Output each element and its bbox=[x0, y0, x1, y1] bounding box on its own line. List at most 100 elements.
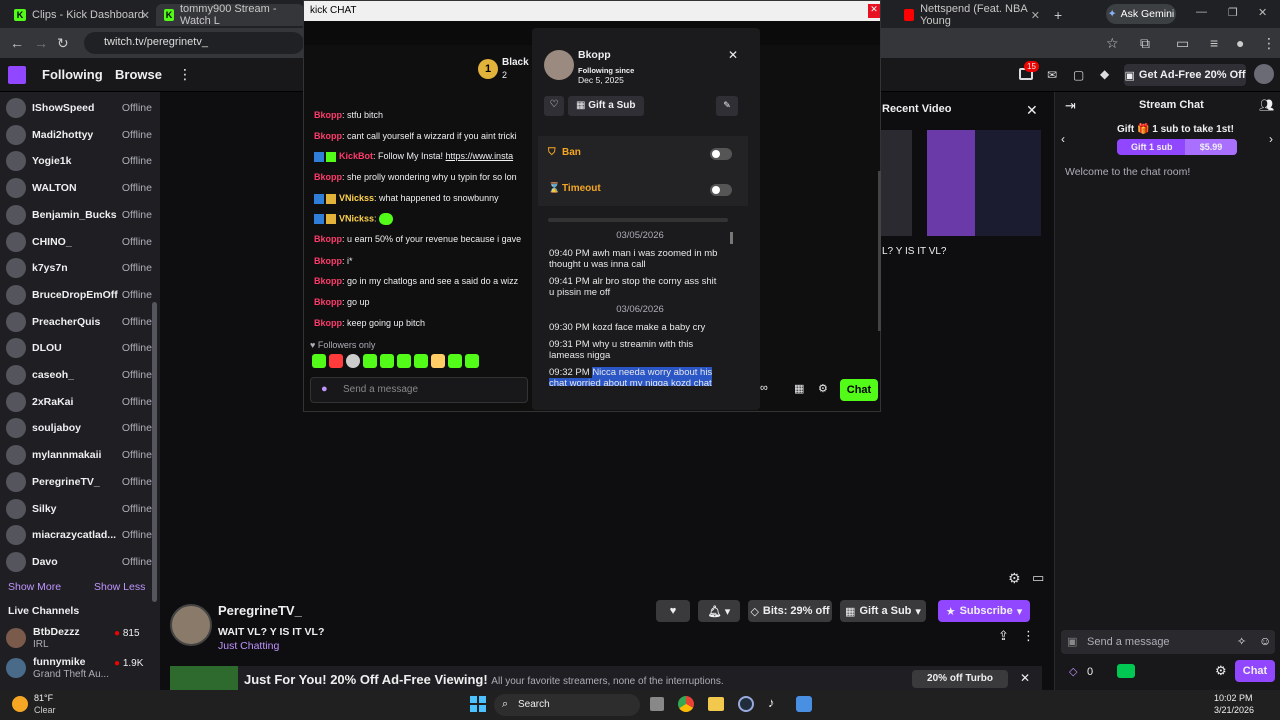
sidebar-channel-item[interactable]: PeregrineTV_ Offline bbox=[6, 470, 152, 494]
sidebar-scrollbar[interactable] bbox=[152, 302, 157, 602]
ban-toggle[interactable] bbox=[710, 148, 732, 160]
gift-a-sub-button[interactable]: ▦ Gift a Sub bbox=[568, 96, 644, 116]
popup-scrollbar[interactable] bbox=[878, 171, 881, 331]
collapse-chat-icon[interactable]: ⇥ bbox=[1065, 98, 1076, 114]
chat-username[interactable]: Bkopp bbox=[314, 110, 342, 120]
sidebar-channel-item[interactable]: 2xRaKai Offline bbox=[6, 390, 152, 414]
windows-start-icon[interactable] bbox=[470, 696, 486, 712]
minimize-icon[interactable]: — bbox=[1196, 6, 1207, 18]
browser-tab[interactable]: K Clips - Kick Dashboard ✕ bbox=[6, 4, 156, 26]
user-avatar[interactable] bbox=[1254, 64, 1274, 84]
chat-username[interactable]: Bkopp bbox=[314, 172, 342, 182]
channel-avatar[interactable] bbox=[170, 604, 212, 646]
emoji-icon[interactable]: ☺ bbox=[1259, 634, 1271, 648]
media-icon[interactable]: ≡ bbox=[1210, 35, 1218, 51]
file-explorer-icon[interactable] bbox=[708, 697, 724, 711]
user-card-close-icon[interactable]: ✕ bbox=[728, 48, 738, 62]
chat-username[interactable]: Bkopp bbox=[314, 276, 342, 286]
category-link[interactable]: Just Chatting bbox=[218, 640, 279, 652]
subscribe-button[interactable]: ★ Subscribe ▾ bbox=[938, 600, 1030, 622]
bits-button[interactable]: ◇ Bits: 29% off bbox=[748, 600, 832, 622]
sidebar-channel-item[interactable]: Benjamin_Bucks Offline bbox=[6, 203, 152, 227]
infinity-icon[interactable]: ∞ bbox=[760, 382, 768, 394]
theatre-mode-icon[interactable]: ▭ bbox=[1032, 570, 1044, 586]
more-options-icon[interactable]: ⋮ bbox=[1022, 628, 1035, 644]
forward-icon[interactable]: → bbox=[34, 35, 48, 51]
emote-icon[interactable] bbox=[329, 354, 343, 368]
sidebar-channel-item[interactable]: mylannmakaii Offline bbox=[6, 443, 152, 467]
get-ad-free-button[interactable]: ▣ Get Ad-Free 20% Off bbox=[1124, 64, 1246, 86]
sidebar-channel-item[interactable]: IShowSpeed Offline bbox=[6, 96, 152, 120]
follow-heart-icon[interactable]: ♡ bbox=[544, 96, 564, 116]
gift-sub-chat-button[interactable]: Gift 1 sub $5.99 bbox=[1117, 139, 1237, 155]
chat-settings-icon[interactable]: ⚙ bbox=[1215, 663, 1227, 679]
close-tab-icon[interactable]: ✕ bbox=[1031, 9, 1040, 22]
steam-icon[interactable] bbox=[738, 696, 754, 712]
emote-icon[interactable] bbox=[397, 354, 411, 368]
kick-settings-icon[interactable]: ⚙ bbox=[818, 382, 828, 395]
turbo-button[interactable]: 20% off Turbo bbox=[912, 670, 1008, 688]
chevron-left-icon[interactable]: ‹ bbox=[1061, 132, 1065, 146]
back-icon[interactable]: ← bbox=[10, 35, 24, 51]
emote-icon[interactable] bbox=[312, 354, 326, 368]
close-recent-icon[interactable]: ✕ bbox=[1026, 102, 1038, 119]
reload-icon[interactable]: ↻ bbox=[57, 35, 69, 52]
emote-icon[interactable] bbox=[431, 354, 445, 368]
bits-icon[interactable]: ◆ bbox=[1100, 67, 1109, 81]
chrome-menu-icon[interactable]: ⋮ bbox=[1262, 35, 1276, 52]
whispers-icon[interactable]: ▢ bbox=[1073, 68, 1084, 82]
emote-picker-icon[interactable]: ▣ bbox=[1067, 635, 1077, 648]
extensions-icon[interactable]: ⧉ bbox=[1140, 35, 1150, 52]
maximize-icon[interactable]: ❐ bbox=[1228, 6, 1238, 19]
close-tab-icon[interactable]: ✕ bbox=[141, 9, 150, 22]
video-thumbnail[interactable] bbox=[880, 130, 912, 236]
following-link[interactable]: Following bbox=[42, 67, 103, 82]
sidebar-channel-item[interactable]: WALTON Offline bbox=[6, 176, 152, 200]
chat-username[interactable]: KickBot bbox=[339, 151, 373, 161]
chat-username[interactable]: VNickss bbox=[339, 213, 374, 223]
emote-icon[interactable] bbox=[448, 354, 462, 368]
chat-username[interactable]: Bkopp bbox=[314, 131, 342, 141]
live-channel-item[interactable]: BtbDezzz IRL ● 815 bbox=[6, 626, 152, 654]
sidebar-channel-item[interactable]: DLOU Offline bbox=[6, 336, 152, 360]
channel-points-icon[interactable]: ◇ bbox=[1069, 665, 1077, 678]
sidebar-channel-item[interactable]: k7ys7n Offline bbox=[6, 256, 152, 280]
emote-icon[interactable] bbox=[346, 354, 360, 368]
chat-username[interactable]: Bkopp bbox=[314, 234, 342, 244]
chat-username[interactable]: Bkopp bbox=[314, 318, 342, 328]
twitch-logo-icon[interactable] bbox=[8, 66, 26, 84]
channel-name[interactable]: PeregrineTV_ bbox=[218, 603, 302, 618]
app-icon[interactable] bbox=[796, 696, 812, 712]
chat-link[interactable]: https://www.insta bbox=[446, 151, 514, 161]
sidebar-channel-item[interactable]: caseoh_ Offline bbox=[6, 363, 152, 387]
weather-icon[interactable] bbox=[12, 696, 28, 712]
emote-icon[interactable] bbox=[363, 354, 377, 368]
sidebar-channel-item[interactable]: Yogie1k Offline bbox=[6, 149, 152, 173]
window-close-icon[interactable]: ✕ bbox=[1258, 6, 1267, 19]
profile-icon[interactable]: ● bbox=[1236, 35, 1244, 51]
browser-tab[interactable]: K tommy900 Stream - Watch L bbox=[156, 3, 304, 27]
chevron-right-icon[interactable]: › bbox=[1269, 132, 1273, 146]
mod-tools-icon[interactable]: ✎ bbox=[716, 96, 738, 116]
sidebar-channel-item[interactable]: Silky Offline bbox=[6, 497, 152, 521]
ask-gemini-button[interactable]: ✦ Ask Gemini bbox=[1106, 4, 1176, 24]
tiktok-icon[interactable]: ♪ bbox=[768, 695, 775, 710]
video-thumbnail[interactable] bbox=[927, 130, 975, 236]
sidebar-channel-item[interactable]: souljaboy Offline bbox=[6, 416, 152, 440]
chat-send-button[interactable]: Chat bbox=[1235, 660, 1275, 682]
timeout-toggle[interactable] bbox=[710, 184, 732, 196]
browse-link[interactable]: Browse bbox=[115, 67, 162, 82]
gift-sub-button[interactable]: ▦ Gift a Sub ▾ bbox=[840, 600, 926, 622]
chat-username[interactable]: VNickss bbox=[339, 193, 374, 203]
task-view-icon[interactable] bbox=[650, 697, 664, 711]
show-less-link[interactable]: Show Less bbox=[94, 581, 145, 593]
emote-icon[interactable] bbox=[465, 354, 479, 368]
notification-bell-button[interactable]: 🔔︎ ▾ bbox=[698, 600, 740, 622]
settings-gear-icon[interactable]: ⚙ bbox=[1008, 570, 1021, 587]
sidebar-channel-item[interactable]: miacrazycatlad... Offline bbox=[6, 523, 152, 547]
chat-input[interactable]: ▣ Send a message ✧ ☺ bbox=[1061, 630, 1275, 654]
close-promo-icon[interactable]: ✕ bbox=[1020, 671, 1030, 685]
url-field[interactable]: twitch.tv/peregrinetv_ bbox=[84, 32, 304, 54]
popup-close-icon[interactable]: ✕ bbox=[868, 4, 880, 18]
inbox-icon[interactable]: ✉ bbox=[1047, 68, 1057, 82]
